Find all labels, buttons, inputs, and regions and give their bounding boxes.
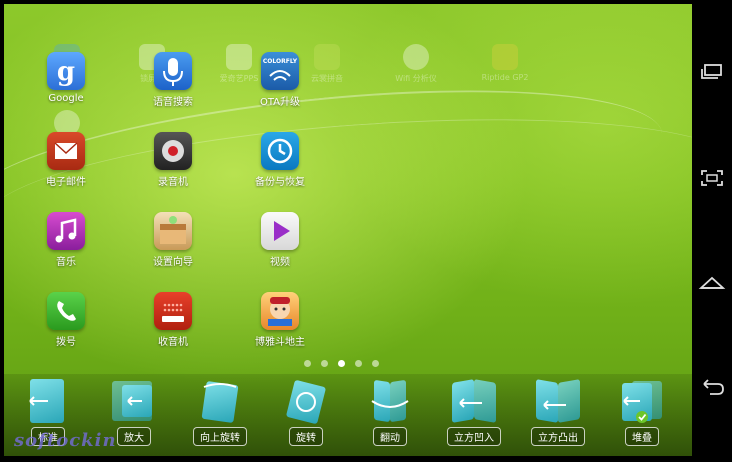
effect-label: 向上旋转 (193, 427, 247, 446)
music-icon (47, 212, 85, 250)
app-music[interactable]: 音乐 (21, 212, 111, 268)
svg-text:g: g (57, 57, 75, 87)
faded-app: Wifi 分析仪 (381, 44, 451, 84)
app-label: 录音机 (158, 177, 188, 188)
recorder-icon (154, 132, 192, 170)
page-dot[interactable] (321, 360, 328, 367)
app-label: OTA升级 (259, 97, 301, 108)
app-setup-wizard[interactable]: 设置向导 (128, 212, 218, 268)
effect-standard-icon (26, 379, 70, 423)
game-icon (261, 292, 299, 330)
faded-app-icon (492, 44, 518, 70)
effect-cube-in-icon (452, 379, 496, 423)
app-backup-restore[interactable]: 备份与恢复 (235, 132, 325, 188)
effect-cube-in[interactable]: 立方凹入 (432, 374, 516, 446)
email-icon (47, 132, 85, 170)
navigation-bar (692, 0, 732, 462)
app-label: 拨号 (56, 337, 76, 348)
phone-icon (47, 292, 85, 330)
video-icon (261, 212, 299, 250)
app-voice-search[interactable]: 语音搜索 (128, 52, 218, 108)
app-radio[interactable]: 收音机 (128, 292, 218, 348)
effect-cube-out-icon (536, 379, 580, 423)
app-label: 博雅斗地主 (255, 337, 305, 348)
screenshot-icon[interactable] (698, 167, 726, 189)
app-label: 视频 (270, 257, 290, 268)
page-dot[interactable] (372, 360, 379, 367)
app-label: 电子邮件 (46, 177, 86, 188)
effect-rotate[interactable]: 旋转 (264, 374, 348, 446)
effect-label: 立方凹入 (447, 427, 501, 446)
app-google[interactable]: g Google (21, 52, 111, 104)
app-label: Google (48, 93, 84, 104)
page-indicator (304, 360, 379, 367)
effect-zoom-icon (112, 379, 156, 423)
watermark: softockin (14, 430, 117, 451)
page-dot[interactable] (304, 360, 311, 367)
app-video[interactable]: 视频 (235, 212, 325, 268)
effect-label: 翻动 (373, 427, 407, 446)
page-dot-active[interactable] (338, 360, 345, 367)
app-game-doudizhu[interactable]: 博雅斗地主 (235, 292, 325, 348)
back-icon[interactable] (698, 376, 726, 398)
app-ota-update[interactable]: COLORFLY OTA升级 (235, 52, 325, 108)
app-phone[interactable]: 拨号 (21, 292, 111, 348)
effect-label: 堆叠 (625, 427, 659, 446)
effect-label: 放大 (117, 427, 151, 446)
app-email[interactable]: 电子邮件 (21, 132, 111, 188)
app-label: 设置向导 (153, 257, 193, 268)
app-label: 备份与恢复 (255, 177, 305, 188)
recent-apps-icon[interactable] (698, 60, 726, 82)
app-label: 语音搜索 (153, 97, 193, 108)
app-label: 收音机 (158, 337, 188, 348)
launcher-screen: 锁屏... 爱奇艺PPS 云裳拼音 Wifi 分析仪 Riptide GP2 g… (4, 4, 692, 456)
effect-stack[interactable]: 堆叠 (600, 374, 684, 446)
backup-restore-icon (261, 132, 299, 170)
setup-wizard-icon (154, 212, 192, 250)
effect-flip-icon (368, 379, 412, 423)
effect-rotate-up[interactable]: 向上旋转 (178, 374, 262, 446)
radio-icon (154, 292, 192, 330)
effect-label: 立方凸出 (531, 427, 585, 446)
ota-update-icon: COLORFLY (261, 52, 299, 90)
app-recorder[interactable]: 录音机 (128, 132, 218, 188)
effect-rotate-up-icon (198, 379, 242, 424)
effect-rotate-icon (284, 379, 328, 425)
effect-cube-out[interactable]: 立方凸出 (516, 374, 600, 446)
page-dot[interactable] (355, 360, 362, 367)
effect-stack-icon (620, 379, 664, 423)
faded-app: Riptide GP2 (470, 44, 540, 82)
microphone-icon (154, 52, 192, 90)
effect-flip[interactable]: 翻动 (348, 374, 432, 446)
effect-label: 旋转 (289, 427, 323, 446)
google-search-icon: g (47, 52, 85, 90)
app-label: 音乐 (56, 257, 76, 268)
faded-app-icon (403, 44, 429, 70)
home-icon[interactable] (698, 272, 726, 294)
